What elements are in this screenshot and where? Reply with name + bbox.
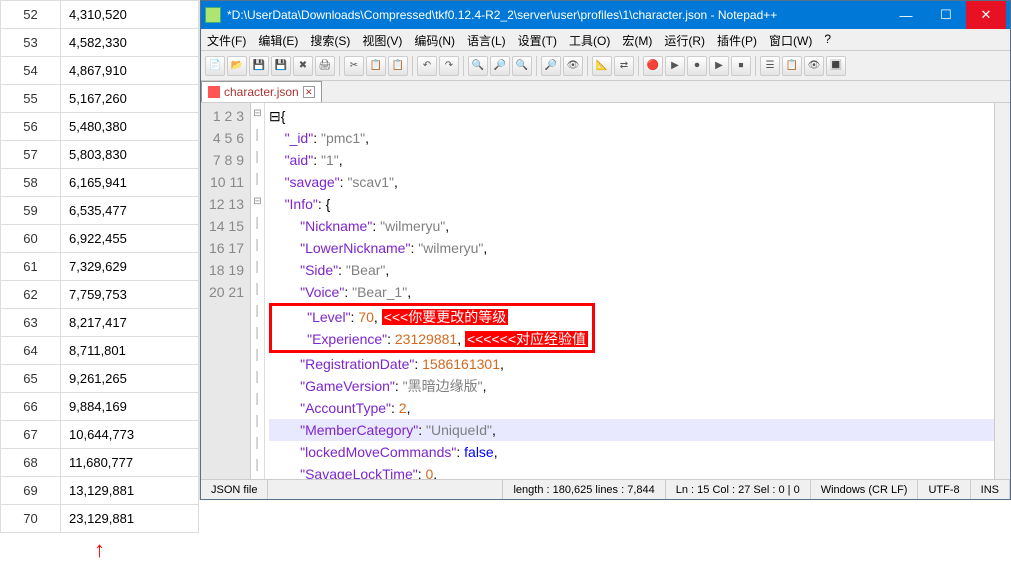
toolbar-button[interactable]: 📋 bbox=[388, 56, 408, 76]
tab-close-icon[interactable]: ✕ bbox=[303, 86, 315, 98]
toolbar-button[interactable]: ↷ bbox=[439, 56, 459, 76]
menu-item[interactable]: ? bbox=[818, 29, 837, 50]
toolbar-button[interactable]: 🔍 bbox=[468, 56, 488, 76]
toolbar-button[interactable]: ✖ bbox=[293, 56, 313, 76]
table-row: 617,329,629 bbox=[1, 253, 199, 281]
status-filetype: JSON file bbox=[201, 480, 268, 499]
menu-item[interactable]: 设置(T) bbox=[512, 29, 563, 50]
menu-item[interactable]: 视图(V) bbox=[356, 29, 408, 50]
table-row: 544,867,910 bbox=[1, 57, 199, 85]
table-row: 6913,129,881 bbox=[1, 477, 199, 505]
status-insert: INS bbox=[971, 480, 1010, 499]
table-row: 565,480,380 bbox=[1, 113, 199, 141]
menu-item[interactable]: 搜索(S) bbox=[304, 29, 356, 50]
table-row: 669,884,169 bbox=[1, 393, 199, 421]
vertical-scrollbar[interactable] bbox=[994, 103, 1010, 479]
toolbar-button[interactable]: ▶ bbox=[665, 56, 685, 76]
toolbar-button[interactable]: ⇄ bbox=[614, 56, 634, 76]
toolbar-button[interactable]: 📋 bbox=[782, 56, 802, 76]
toolbar-button[interactable]: 📂 bbox=[227, 56, 247, 76]
toolbar-button[interactable]: 🔳 bbox=[826, 56, 846, 76]
menu-bar: 文件(F)编辑(E)搜索(S)视图(V)编码(N)语言(L)设置(T)工具(O)… bbox=[201, 29, 1010, 51]
table-row: 575,803,830 bbox=[1, 141, 199, 169]
table-row: 586,165,941 bbox=[1, 169, 199, 197]
menu-item[interactable]: 编辑(E) bbox=[252, 29, 304, 50]
toolbar-button[interactable]: 💾 bbox=[271, 56, 291, 76]
notepadpp-window: *D:\UserData\Downloads\Compressed\tkf0.1… bbox=[200, 0, 1011, 500]
status-position: Ln : 15 Col : 27 Sel : 0 | 0 bbox=[666, 480, 811, 499]
table-row: 648,711,801 bbox=[1, 337, 199, 365]
table-row: 638,217,417 bbox=[1, 309, 199, 337]
table-row: 596,535,477 bbox=[1, 197, 199, 225]
table-row: 7023,129,881 bbox=[1, 505, 199, 533]
table-row: 659,261,265 bbox=[1, 365, 199, 393]
table-row: 627,759,753 bbox=[1, 281, 199, 309]
toolbar-button[interactable]: 📋 bbox=[366, 56, 386, 76]
fold-column[interactable]: ⊟ │ │ │ ⊟ │ │ │ │ │ │ │ │ │ │ │ │ │ ⊟ │ … bbox=[251, 103, 265, 479]
toolbar-button[interactable]: 📄 bbox=[205, 56, 225, 76]
toolbar-button[interactable]: ☰ bbox=[760, 56, 780, 76]
status-bar: JSON file length : 180,625 lines : 7,844… bbox=[201, 479, 1010, 499]
toolbar-button[interactable]: 👁 bbox=[563, 56, 583, 76]
table-row: 606,922,455 bbox=[1, 225, 199, 253]
minimize-button[interactable]: — bbox=[886, 1, 926, 29]
status-eol: Windows (CR LF) bbox=[811, 480, 919, 499]
menu-item[interactable]: 语言(L) bbox=[461, 29, 512, 50]
status-length: length : 180,625 lines : 7,844 bbox=[503, 480, 665, 499]
toolbar-button[interactable]: ↶ bbox=[417, 56, 437, 76]
toolbar-button[interactable]: 📐 bbox=[592, 56, 612, 76]
line-numbers: 1 2 3 4 5 6 7 8 9 10 11 12 13 14 15 16 1… bbox=[201, 103, 251, 479]
table-row: 555,167,260 bbox=[1, 85, 199, 113]
menu-item[interactable]: 运行(R) bbox=[658, 29, 711, 50]
file-tab[interactable]: character.json ✕ bbox=[201, 81, 322, 102]
menu-item[interactable]: 插件(P) bbox=[711, 29, 763, 50]
level-xp-table: 524,310,520534,582,330544,867,910555,167… bbox=[0, 0, 199, 533]
menu-item[interactable]: 工具(O) bbox=[563, 29, 616, 50]
toolbar-button[interactable]: ⏹ bbox=[731, 56, 751, 76]
toolbar: 📄📂💾💾✖🖨✂📋📋↶↷🔍🔎🔍🔎👁📐⇄🔴▶⏺▶⏹☰📋👁🔳 bbox=[201, 51, 1010, 81]
toolbar-button[interactable]: 🖨 bbox=[315, 56, 335, 76]
file-icon bbox=[208, 86, 220, 98]
up-arrow-annotation: ↑ bbox=[0, 533, 199, 563]
toolbar-button[interactable]: 👁 bbox=[804, 56, 824, 76]
app-icon bbox=[205, 7, 221, 23]
menu-item[interactable]: 窗口(W) bbox=[763, 29, 818, 50]
code-area[interactable]: ⊟{ "_id": "pmc1", "aid": "1", "savage": … bbox=[265, 103, 994, 479]
menu-item[interactable]: 编码(N) bbox=[408, 29, 461, 50]
toolbar-button[interactable]: 🔎 bbox=[490, 56, 510, 76]
reference-table: 524,310,520534,582,330544,867,910555,167… bbox=[0, 0, 200, 500]
maximize-button[interactable]: ☐ bbox=[926, 1, 966, 29]
menu-item[interactable]: 宏(M) bbox=[616, 29, 658, 50]
toolbar-button[interactable]: 🔍 bbox=[512, 56, 532, 76]
highlighted-box: "Level": 70, <<<你要更改的等级 "Experience": 23… bbox=[269, 303, 595, 353]
title-bar[interactable]: *D:\UserData\Downloads\Compressed\tkf0.1… bbox=[201, 1, 1010, 29]
table-row: 534,582,330 bbox=[1, 29, 199, 57]
toolbar-button[interactable]: ✂ bbox=[344, 56, 364, 76]
table-row: 6710,644,773 bbox=[1, 421, 199, 449]
toolbar-button[interactable]: 🔎 bbox=[541, 56, 561, 76]
code-editor: 1 2 3 4 5 6 7 8 9 10 11 12 13 14 15 16 1… bbox=[201, 103, 1010, 479]
toolbar-button[interactable]: ▶ bbox=[709, 56, 729, 76]
window-title: *D:\UserData\Downloads\Compressed\tkf0.1… bbox=[227, 8, 777, 22]
tab-label: character.json bbox=[224, 85, 299, 99]
tab-bar: character.json ✕ bbox=[201, 81, 1010, 103]
menu-item[interactable]: 文件(F) bbox=[201, 29, 252, 50]
table-row: 6811,680,777 bbox=[1, 449, 199, 477]
close-button[interactable]: ✕ bbox=[966, 1, 1006, 29]
toolbar-button[interactable]: 🔴 bbox=[643, 56, 663, 76]
status-encoding: UTF-8 bbox=[918, 480, 970, 499]
toolbar-button[interactable]: ⏺ bbox=[687, 56, 707, 76]
toolbar-button[interactable]: 💾 bbox=[249, 56, 269, 76]
table-row: 524,310,520 bbox=[1, 1, 199, 29]
